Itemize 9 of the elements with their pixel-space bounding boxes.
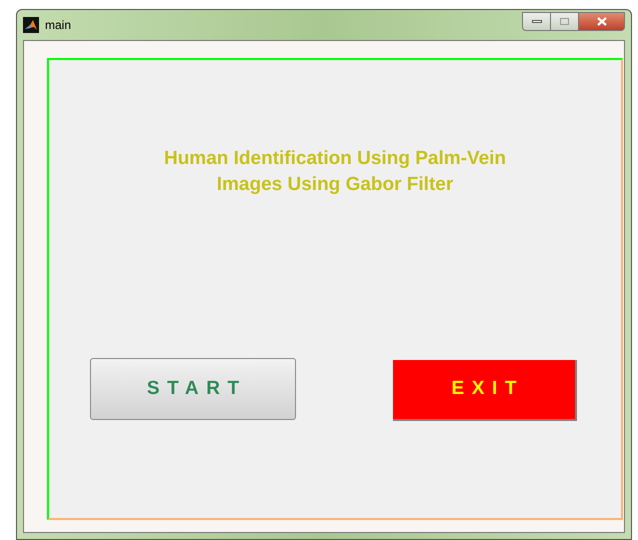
close-button[interactable] xyxy=(578,12,625,30)
close-icon xyxy=(596,16,606,26)
heading: Human Identification Using Palm-Vein Images Using Gabor Filter xyxy=(162,147,508,197)
app-logo-icon xyxy=(23,17,39,33)
maximize-button[interactable] xyxy=(551,12,578,30)
window-title: main xyxy=(45,17,72,34)
minimize-button[interactable] xyxy=(522,12,551,30)
exit-button[interactable]: EXIT xyxy=(393,360,577,421)
start-button[interactable]: START xyxy=(90,358,296,420)
